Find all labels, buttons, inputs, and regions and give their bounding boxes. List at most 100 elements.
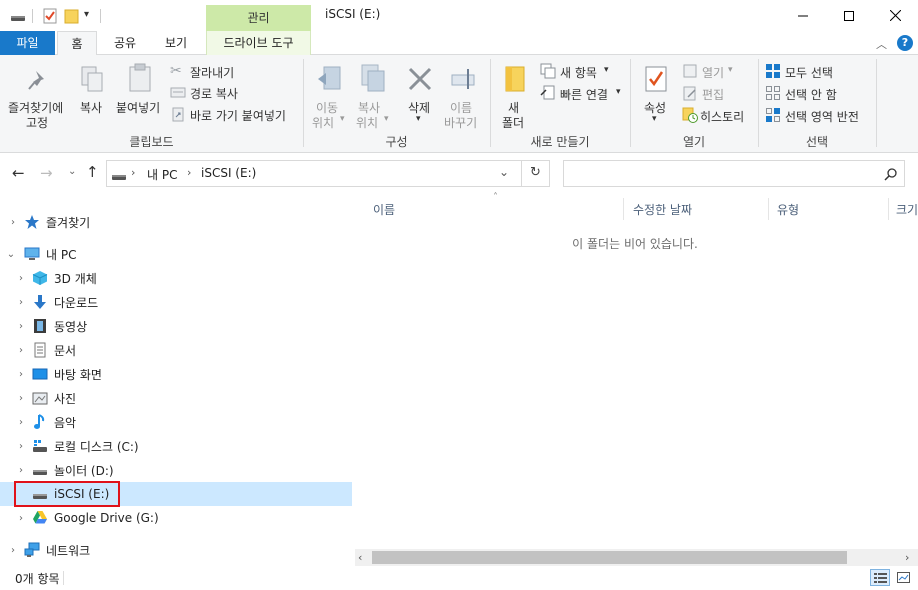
chevron-right-icon[interactable]: ›: [16, 273, 26, 284]
nav-item-documents[interactable]: › 문서: [0, 338, 352, 362]
scroll-left-icon[interactable]: ‹: [358, 551, 362, 564]
column-separator[interactable]: [623, 198, 624, 220]
details-view-button[interactable]: [870, 569, 890, 586]
edit-icon: [683, 86, 696, 101]
close-button[interactable]: [872, 0, 918, 31]
forward-button[interactable]: →: [40, 164, 53, 182]
column-separator[interactable]: [888, 198, 889, 220]
nav-item-drive-d[interactable]: › 놀이터 (D:): [0, 458, 352, 482]
large-icons-view-button[interactable]: [894, 569, 914, 586]
chevron-right-icon[interactable]: ›: [16, 369, 26, 380]
column-separator[interactable]: [768, 198, 769, 220]
tab-home[interactable]: 홈: [57, 31, 97, 56]
chevron-right-icon[interactable]: ›: [16, 441, 26, 452]
nav-item-videos[interactable]: › 동영상: [0, 314, 352, 338]
select-all-label: 모두 선택: [785, 66, 833, 80]
nav-item-pictures[interactable]: › 사진: [0, 386, 352, 410]
paste-shortcut-button[interactable]: 바로 가기 붙여넣기: [170, 105, 300, 123]
tab-share[interactable]: 공유: [103, 31, 147, 55]
open-button[interactable]: 열기 ▾: [682, 62, 752, 80]
delete-icon: [408, 67, 432, 91]
cut-button[interactable]: ✂ 잘라내기: [170, 62, 280, 80]
new-item-button[interactable]: 새 항목 ▾: [540, 62, 620, 80]
properties-icon: [645, 66, 667, 92]
nav-quick-access[interactable]: › 즐겨찾기: [0, 210, 352, 234]
ribbon-tabs: 파일 홈 공유 보기 드라이브 도구 ︿ ?: [0, 31, 918, 56]
scroll-right-icon[interactable]: ›: [905, 551, 909, 564]
select-group-title: 선택: [805, 135, 829, 149]
nav-item-google-drive-g[interactable]: › Google Drive (G:): [0, 506, 352, 530]
rename-button[interactable]: 이름 바꾸기: [442, 57, 484, 130]
recent-locations-icon[interactable]: ⌄: [68, 166, 76, 177]
easy-access-button[interactable]: 빠른 연결 ▾: [540, 84, 630, 102]
nav-label: 내 PC: [46, 247, 77, 262]
chevron-right-icon[interactable]: ›: [16, 297, 26, 308]
minimize-button[interactable]: [780, 0, 826, 31]
properties-button[interactable]: 속성 ▾: [636, 57, 674, 129]
new-folder-button[interactable]: 새 폴더: [496, 57, 532, 130]
up-button[interactable]: ↑: [86, 163, 99, 181]
collapse-ribbon-icon[interactable]: ︿: [876, 36, 887, 52]
file-list: ˄ 이름 수정한 날짜 유형 크기 이 폴더는 비어 있습니다.: [355, 192, 918, 565]
column-header-name[interactable]: 이름: [373, 201, 395, 218]
breadcrumb-this-pc[interactable]: 내 PC: [147, 166, 177, 183]
maximize-button[interactable]: [826, 0, 872, 31]
nav-item-desktop[interactable]: › 바탕 화면: [0, 362, 352, 386]
column-header-date-modified[interactable]: 수정한 날짜: [633, 201, 692, 218]
chevron-right-icon[interactable]: ›: [16, 321, 26, 332]
pin-quick-access-button[interactable]: 즐겨찾기에 고정: [4, 57, 70, 130]
nav-this-pc[interactable]: ⌄ 내 PC: [0, 242, 352, 266]
copy-to-button[interactable]: 복사 위치 ▾: [352, 57, 394, 130]
paste-button[interactable]: 붙여넣기: [114, 57, 166, 129]
chevron-right-icon[interactable]: ›: [16, 393, 26, 404]
nav-network[interactable]: › 네트워크: [0, 538, 352, 562]
scrollbar-thumb[interactable]: [372, 551, 847, 564]
chevron-right-icon[interactable]: ›: [8, 217, 18, 228]
open-dropdown-icon: ▾: [728, 65, 733, 75]
breadcrumb-separator-icon: ›: [131, 166, 136, 179]
qat-customize-icon[interactable]: ▾: [84, 9, 89, 20]
chevron-down-icon[interactable]: ⌄: [6, 249, 16, 260]
chevron-right-icon[interactable]: ›: [16, 513, 26, 524]
new-folder-icon[interactable]: [64, 8, 80, 24]
delete-button[interactable]: 삭제 ▾: [402, 57, 438, 129]
chevron-right-icon[interactable]: ›: [8, 545, 18, 556]
nav-item-music[interactable]: › 음악: [0, 410, 352, 434]
column-header-size[interactable]: 크기: [896, 201, 918, 218]
tab-drive-tools[interactable]: 드라이브 도구: [206, 31, 311, 55]
chevron-right-icon[interactable]: ›: [16, 465, 26, 476]
ribbon: 즐겨찾기에 고정 복사 붙여넣기 ✂ 잘라내기 경로 복사 바로 가기 붙여넣기…: [0, 55, 918, 153]
properties-check-icon[interactable]: [42, 8, 58, 24]
column-header-type[interactable]: 유형: [777, 201, 799, 218]
search-box[interactable]: [563, 160, 905, 187]
minimize-icon: [798, 15, 808, 16]
edit-button[interactable]: 편집: [682, 84, 752, 102]
tab-view[interactable]: 보기: [152, 31, 200, 55]
copy-path-button[interactable]: 경로 복사: [170, 83, 280, 101]
breadcrumb-current[interactable]: iSCSI (E:): [201, 166, 256, 180]
invert-selection-button[interactable]: 선택 영역 반전: [765, 106, 875, 124]
invert-selection-icon: [766, 108, 780, 122]
back-button[interactable]: ←: [12, 164, 25, 182]
address-bar[interactable]: › 내 PC › iSCSI (E:) ⌄: [106, 160, 522, 187]
select-none-button[interactable]: 선택 안 함: [765, 84, 865, 102]
search-input[interactable]: [568, 164, 868, 183]
chevron-right-icon[interactable]: ›: [16, 417, 26, 428]
help-icon[interactable]: ?: [897, 35, 913, 51]
status-bar: 0개 항목: [0, 566, 918, 590]
select-all-button[interactable]: 모두 선택: [765, 62, 865, 80]
select-none-label: 선택 안 함: [785, 88, 837, 102]
address-dropdown-icon[interactable]: ⌄: [499, 165, 509, 179]
move-to-button[interactable]: 이동 위치 ▾: [308, 57, 348, 130]
refresh-button[interactable]: ↻: [522, 160, 550, 187]
copy-button[interactable]: 복사: [76, 57, 110, 129]
select-all-icon: [766, 64, 780, 78]
group-separator: [876, 59, 877, 147]
nav-item-3d-objects[interactable]: › 3D 개체: [0, 266, 352, 290]
history-button[interactable]: 히스토리: [682, 106, 762, 124]
nav-item-local-disk-c[interactable]: › 로컬 디스크 (C:): [0, 434, 352, 458]
tab-file[interactable]: 파일: [0, 31, 55, 55]
nav-item-downloads[interactable]: › 다운로드: [0, 290, 352, 314]
chevron-right-icon[interactable]: ›: [16, 345, 26, 356]
title-bar: ▾ 관리 iSCSI (E:): [0, 0, 918, 31]
